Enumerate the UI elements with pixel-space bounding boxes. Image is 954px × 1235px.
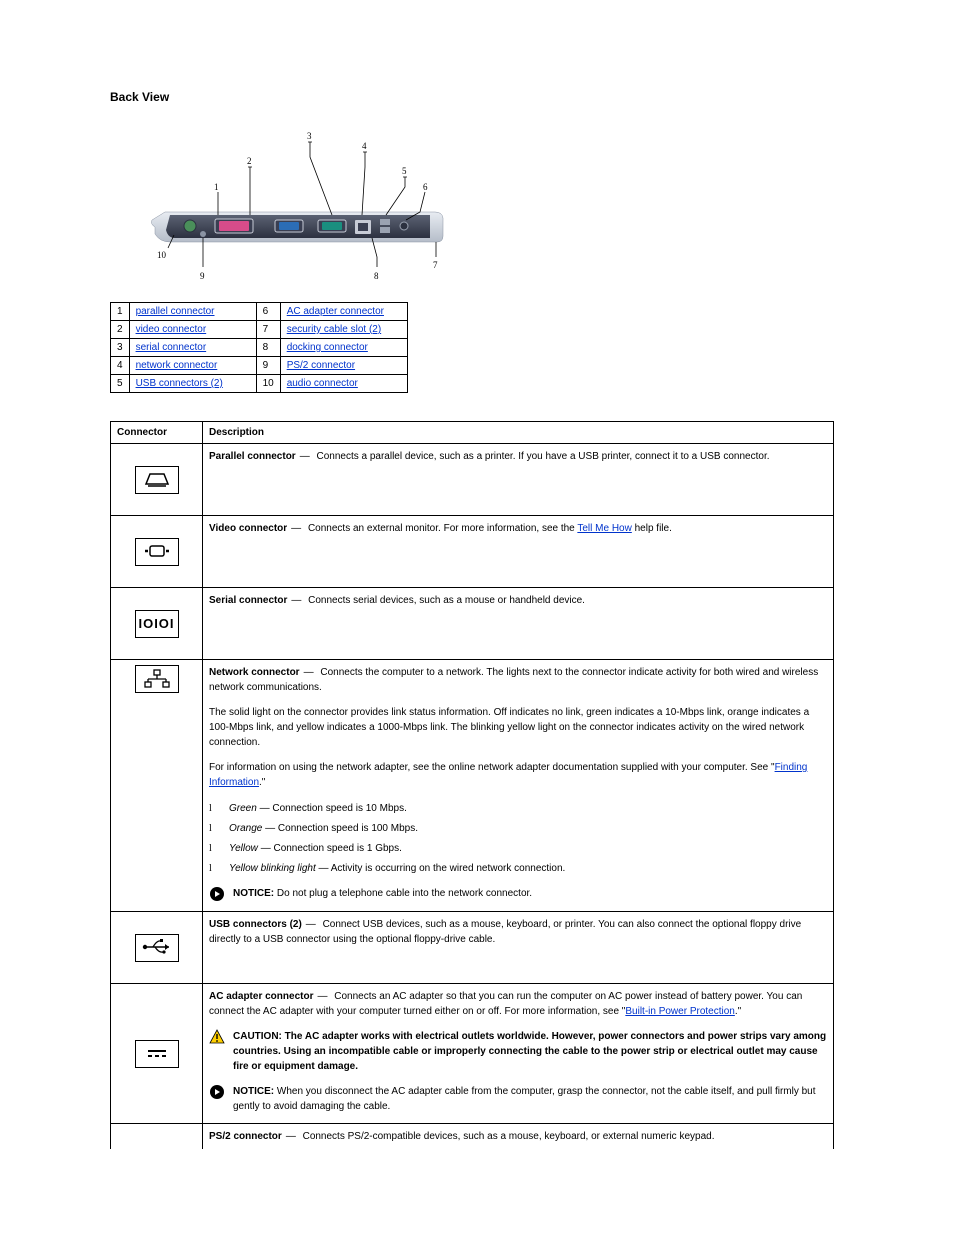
ref-link[interactable]: USB connectors (2)	[136, 378, 223, 389]
ref-row: 5USB connectors (2)10audio connector	[111, 375, 408, 393]
usb-icon	[135, 934, 179, 962]
network-speed-yellow: lYellow — Connection speed is 1 Gbps.	[209, 841, 827, 856]
legend-4: 4	[362, 141, 367, 151]
back-view-heading: Back View	[110, 90, 844, 104]
tell-me-how-link[interactable]: Tell Me How	[577, 523, 631, 534]
ac-desc: AC adapter connector— Connects an AC ada…	[203, 984, 834, 1124]
network-speed-orange: lOrange — Connection speed is 100 Mbps.	[209, 821, 827, 836]
ref-link[interactable]: security cable slot (2)	[287, 324, 381, 335]
reference-table: 1parallel connector6AC adapter connector…	[110, 302, 408, 393]
ac-adapter-icon	[135, 1040, 179, 1068]
legend-7: 7	[433, 260, 438, 270]
ref-row: 1parallel connector6AC adapter connector	[111, 303, 408, 321]
ref-link[interactable]: PS/2 connector	[287, 360, 355, 371]
notice-icon	[209, 1084, 225, 1100]
video-icon	[135, 538, 179, 566]
legend-5: 5	[402, 166, 407, 176]
ref-row: 4network connector9PS/2 connector	[111, 357, 408, 375]
ps2-icon-cell	[111, 1124, 203, 1150]
legend-9: 9	[200, 271, 205, 281]
usb-icon-cell	[111, 912, 203, 984]
back-view-figure: 1 2 3 4 5 6 7 8 9 10	[140, 112, 450, 272]
legend-2: 2	[247, 156, 252, 166]
ac-notice: NOTICE: When you disconnect the AC adapt…	[209, 1084, 827, 1114]
ref-link[interactable]: AC adapter connector	[287, 306, 384, 317]
network-icon	[135, 665, 179, 693]
ac-caution: CAUTION: The AC adapter works with elect…	[209, 1029, 827, 1074]
parallel-desc: Parallel connector— Connects a parallel …	[203, 444, 834, 516]
connector-header: Connector	[111, 422, 203, 444]
network-activity-yellow-blink: lYellow blinking light — Activity is occ…	[209, 861, 827, 876]
legend-3: 3	[307, 131, 312, 141]
ref-link[interactable]: network connector	[136, 360, 218, 371]
video-desc: Video connector— Connects an external mo…	[203, 516, 834, 588]
network-notice: NOTICE: Do not plug a telephone cable in…	[209, 886, 827, 902]
caution-icon	[209, 1029, 225, 1045]
video-icon-cell	[111, 516, 203, 588]
network-icon-cell	[111, 660, 203, 912]
ac-icon-cell	[111, 984, 203, 1124]
ref-row: 2video connector7security cable slot (2)	[111, 321, 408, 339]
network-desc: Network connector— Connects the computer…	[203, 660, 834, 912]
ref-link[interactable]: video connector	[136, 324, 207, 335]
description-header: Description	[203, 422, 834, 444]
serial-icon: IOIOI	[135, 610, 179, 638]
parallel-icon-cell	[111, 444, 203, 516]
ref-link[interactable]: docking connector	[287, 342, 368, 353]
connector-table: Connector Description Parallel c	[110, 421, 834, 1149]
serial-desc: Serial connector— Connects serial device…	[203, 588, 834, 660]
network-speed-green: lGreen — Connection speed is 10 Mbps.	[209, 801, 827, 816]
ref-link[interactable]: audio connector	[287, 378, 358, 389]
usb-desc: USB connectors (2)— Connect USB devices,…	[203, 912, 834, 984]
serial-icon-cell: IOIOI	[111, 588, 203, 660]
ps2-desc: PS/2 connector— Connects PS/2-compatible…	[203, 1124, 834, 1150]
legend-1: 1	[214, 182, 219, 192]
ref-row: 3serial connector8docking connector	[111, 339, 408, 357]
legend-8: 8	[374, 271, 379, 281]
built-in-power-protection-link[interactable]: Built-in Power Protection	[625, 1006, 735, 1017]
legend-6: 6	[423, 182, 428, 192]
legend-10: 10	[157, 250, 167, 260]
ref-link[interactable]: serial connector	[136, 342, 207, 353]
ref-link[interactable]: parallel connector	[136, 306, 215, 317]
notice-icon	[209, 886, 225, 902]
parallel-icon	[135, 466, 179, 494]
